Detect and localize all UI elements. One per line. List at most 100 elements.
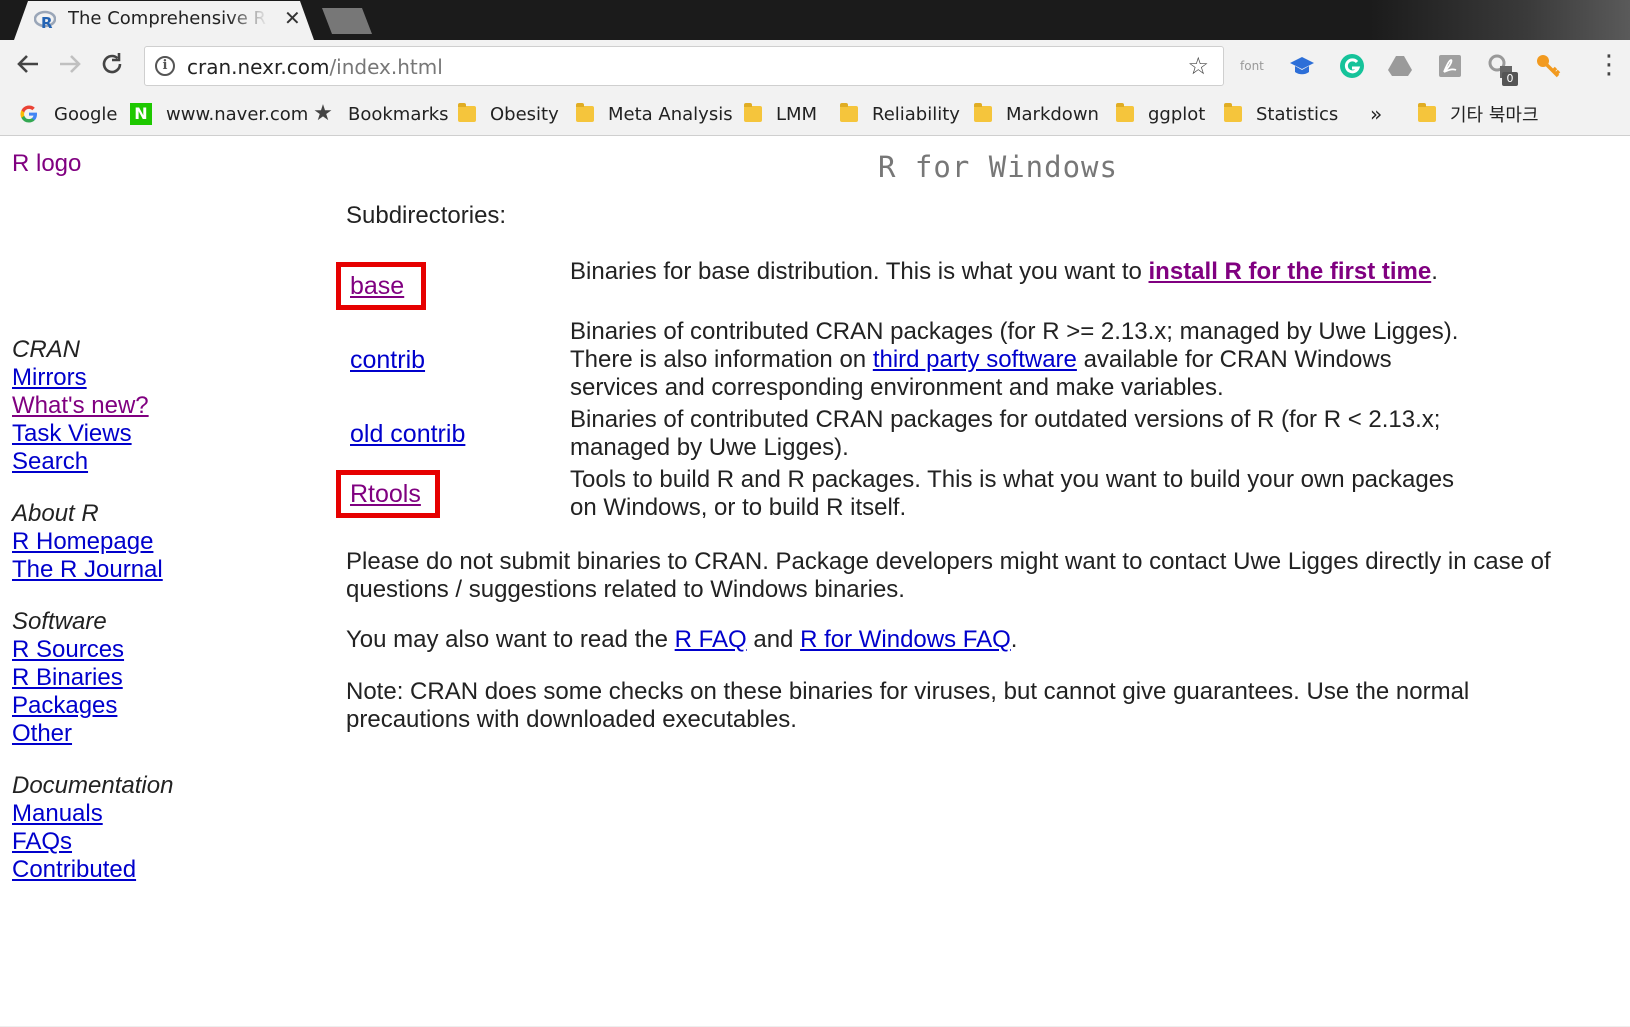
extension-badge: 0: [1502, 72, 1518, 86]
sidebar-group-about: About R R Homepage The R Journal: [12, 500, 312, 584]
paragraph-virus-note: Note: CRAN does some checks on these bin…: [346, 678, 1470, 733]
bookmark-folder-reliability[interactable]: Reliability: [840, 100, 960, 128]
sidebar-link-other[interactable]: Other: [12, 720, 312, 748]
folder-icon: [1418, 103, 1436, 122]
graduation-cap-extension-icon[interactable]: [1288, 52, 1316, 80]
paragraph-faq: You may also want to read the R FAQ and …: [346, 626, 1591, 654]
install-r-first-time-link[interactable]: install R for the first time: [1149, 258, 1432, 285]
paragraph-submit-binaries: Please do not submit binaries to CRAN. P…: [346, 548, 1551, 603]
r-windows-faq-link[interactable]: R for Windows FAQ: [800, 626, 1011, 653]
sidebar-link-manuals[interactable]: Manuals: [12, 800, 312, 828]
arrow-left-icon: [17, 55, 38, 73]
sidebar-link-faqs[interactable]: FAQs: [12, 828, 312, 856]
bookmark-folder-markdown[interactable]: Markdown: [974, 100, 1099, 128]
bookmark-folder-ggplot[interactable]: ggplot: [1116, 100, 1205, 128]
url-text[interactable]: cran.nexr.com/index.html: [187, 55, 443, 79]
forward-button[interactable]: [54, 50, 86, 82]
dir-desc-contrib: Binaries of contributed CRAN packages (f…: [570, 318, 1470, 402]
folder-icon: [458, 103, 476, 122]
bookmark-bookmarks[interactable]: ★ Bookmarks: [312, 100, 449, 128]
sidebar-heading-software: Software: [12, 608, 107, 635]
dir-link-old-contrib[interactable]: old contrib: [350, 420, 465, 448]
url-path: /index.html: [329, 55, 443, 79]
site-info-icon[interactable]: i: [155, 56, 175, 76]
sidebar-link-task-views[interactable]: Task Views: [12, 420, 312, 448]
sidebar-heading-cran: CRAN: [12, 336, 81, 363]
sidebar-link-packages[interactable]: Packages: [12, 692, 312, 720]
sidebar-link-r-sources[interactable]: R Sources: [12, 636, 312, 664]
sidebar-nav: CRAN Mirrors What's new? Task Views Sear…: [12, 336, 312, 908]
bookmark-label: Markdown: [1006, 103, 1099, 125]
address-bar[interactable]: i cran.nexr.com/index.html ☆: [144, 46, 1224, 86]
sidebar-link-r-journal[interactable]: The R Journal: [12, 556, 312, 584]
sidebar-link-search[interactable]: Search: [12, 448, 312, 476]
bookmark-label: Meta Analysis: [608, 103, 733, 125]
sidebar-link-r-homepage[interactable]: R Homepage: [12, 528, 312, 556]
tab-close-icon[interactable]: ✕: [284, 6, 301, 30]
font-extension-icon[interactable]: font: [1240, 52, 1268, 80]
sidebar-link-contributed[interactable]: Contributed: [12, 856, 312, 884]
reload-button[interactable]: [96, 50, 128, 82]
bookmark-folder-meta-analysis[interactable]: Meta Analysis: [576, 100, 733, 128]
bookmarks-overflow-button[interactable]: »: [1370, 100, 1382, 128]
back-button[interactable]: [12, 50, 44, 82]
sidebar-group-software: Software R Sources R Binaries Packages O…: [12, 608, 312, 748]
r-favicon-icon: R: [34, 10, 56, 31]
page-title: R for Windows: [878, 150, 1118, 184]
folder-icon: [1224, 103, 1242, 122]
bookmark-google[interactable]: Google: [18, 100, 117, 128]
sidebar-link-r-binaries[interactable]: R Binaries: [12, 664, 312, 692]
paragraph-text: You may also want to read the: [346, 626, 675, 653]
dir-desc-text: Binaries for base distribution. This is …: [570, 258, 1149, 285]
bookmark-folder-statistics[interactable]: Statistics: [1224, 100, 1338, 128]
bookmark-label: www.naver.com: [166, 103, 309, 125]
new-tab-button[interactable]: [322, 8, 372, 34]
dir-link-contrib[interactable]: contrib: [350, 346, 425, 374]
grammarly-extension-icon[interactable]: [1338, 52, 1366, 80]
other-bookmarks-folder[interactable]: 기타 북마크: [1418, 100, 1539, 128]
bookmark-naver[interactable]: N www.naver.com: [130, 100, 308, 128]
sidebar-group-cran: CRAN Mirrors What's new? Task Views Sear…: [12, 336, 312, 476]
svg-text:R: R: [41, 14, 53, 31]
bookmark-label: ggplot: [1148, 103, 1206, 125]
sidebar-group-documentation: Documentation Manuals FAQs Contributed: [12, 772, 312, 884]
bookmark-folder-lmm[interactable]: LMM: [744, 100, 817, 128]
dir-desc-old-contrib: Binaries of contributed CRAN packages fo…: [570, 406, 1441, 461]
tab-title: The Comprehensive R Archive Network: [68, 8, 268, 29]
r-logo-image[interactable]: R logo: [12, 150, 81, 178]
pdf-extension-icon[interactable]: [1436, 52, 1464, 80]
bookmark-label: Obesity: [490, 103, 559, 125]
web-page: R logo R for Windows CRAN Mirrors What's…: [0, 136, 1630, 1027]
subdirectories-heading: Subdirectories:: [346, 202, 507, 229]
google-icon: [18, 103, 40, 125]
folder-icon: [840, 103, 858, 122]
naver-icon: N: [130, 103, 152, 125]
third-party-software-link[interactable]: third party software: [873, 346, 1077, 373]
sidebar-heading-about: About R: [12, 500, 99, 527]
drive-extension-icon[interactable]: [1386, 52, 1414, 80]
url-host: cran.nexr.com: [187, 55, 330, 79]
key-extension-icon[interactable]: [1534, 52, 1562, 80]
bookmarks-bar: Google N www.naver.com ★ Bookmarks Obesi…: [0, 92, 1630, 136]
bookmark-label: Reliability: [872, 103, 960, 125]
reload-icon: [102, 53, 122, 74]
star-icon: ★: [313, 101, 333, 126]
dir-desc-text: .: [1431, 258, 1438, 285]
bookmark-star-icon[interactable]: ☆: [1187, 52, 1209, 80]
sidebar-link-whats-new[interactable]: What's new?: [12, 392, 312, 420]
folder-icon: [974, 103, 992, 122]
bookmark-folder-obesity[interactable]: Obesity: [458, 100, 559, 128]
paragraph-text: and: [746, 626, 801, 653]
dir-link-base[interactable]: base: [350, 272, 404, 300]
dir-link-rtools[interactable]: Rtools: [350, 480, 421, 508]
browser-menu-icon[interactable]: ⋮: [1596, 50, 1622, 80]
bookmark-label: LMM: [776, 103, 818, 125]
bookmark-label: Google: [54, 103, 118, 125]
arrow-right-icon: [60, 55, 81, 73]
sidebar-link-mirrors[interactable]: Mirrors: [12, 364, 312, 392]
folder-icon: [744, 103, 762, 122]
r-faq-link[interactable]: R FAQ: [675, 626, 747, 653]
folder-icon: [576, 103, 594, 122]
bookmark-label: Bookmarks: [348, 103, 449, 125]
browser-toolbar: i cran.nexr.com/index.html ☆ font 0 ⋮: [0, 40, 1630, 92]
